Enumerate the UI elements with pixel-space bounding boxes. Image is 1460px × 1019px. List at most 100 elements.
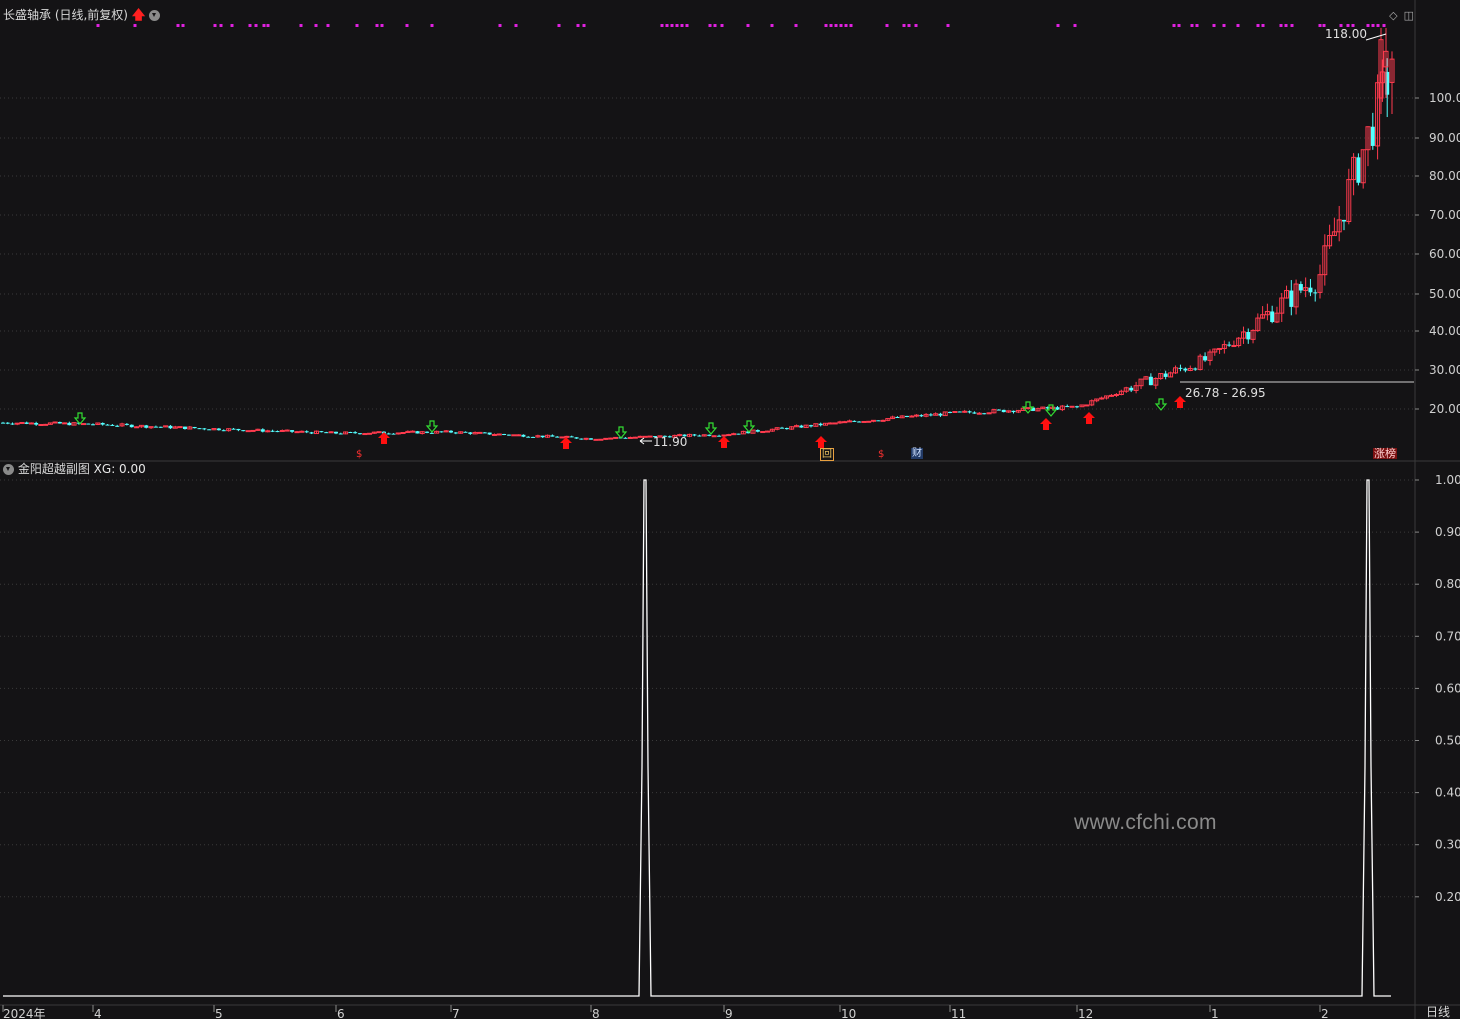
candle-body bbox=[827, 422, 833, 425]
candle-body bbox=[1370, 126, 1375, 146]
x-axis-label: 2024年 bbox=[3, 1007, 46, 1019]
finance-badge[interactable]: 财 bbox=[911, 448, 923, 459]
candle-body bbox=[982, 413, 987, 415]
candle-body bbox=[260, 429, 265, 432]
candle-body bbox=[100, 422, 105, 425]
candle-body bbox=[832, 422, 838, 425]
candle-body bbox=[972, 412, 977, 414]
chart-canvas[interactable]: 100.00 90.00 80.00 70.00 60.00 50.00 40.00 30.0… bbox=[0, 0, 1460, 1019]
candle-body bbox=[348, 431, 353, 433]
signal-dot bbox=[1318, 24, 1322, 27]
price-axis-label: 60.00 bbox=[1429, 247, 1460, 261]
x-axis-label: 10 bbox=[841, 1007, 856, 1019]
watermark: www.cfchi.com bbox=[1074, 811, 1217, 834]
candle-body bbox=[231, 428, 236, 430]
signal-dot bbox=[314, 24, 318, 27]
candle-body bbox=[395, 432, 401, 435]
candle-body bbox=[129, 424, 134, 428]
price-axis-label: 30.00 bbox=[1429, 363, 1460, 377]
candle-body bbox=[216, 428, 221, 431]
candle-body bbox=[236, 428, 241, 431]
candle-body bbox=[726, 434, 732, 437]
candle-body bbox=[1108, 394, 1114, 397]
candle-body bbox=[168, 425, 173, 429]
candle-body bbox=[250, 429, 256, 432]
candle-body bbox=[144, 425, 149, 428]
candle-body bbox=[1055, 407, 1060, 410]
candle-body bbox=[589, 438, 593, 440]
sub-axis-label: 0.30 bbox=[1435, 838, 1460, 852]
event-box-badge[interactable]: 回 bbox=[820, 448, 834, 461]
dividend-icon[interactable]: $ bbox=[355, 449, 363, 460]
sub-axis-label: 0.20 bbox=[1435, 890, 1460, 904]
signal-dot bbox=[708, 24, 712, 27]
candle-body bbox=[207, 429, 212, 431]
candle-body bbox=[818, 423, 823, 426]
candle-body bbox=[736, 433, 741, 435]
candle-body bbox=[962, 410, 968, 413]
candle-body bbox=[1129, 387, 1134, 391]
price-axis-label: 70.00 bbox=[1429, 208, 1460, 222]
candle-body bbox=[284, 429, 290, 432]
candle-body bbox=[182, 426, 187, 430]
diamond-icon[interactable]: ◇ bbox=[1389, 9, 1397, 22]
candle-body bbox=[28, 422, 34, 425]
buy-arrow-icon bbox=[1040, 418, 1052, 430]
dividend-icon[interactable]: $ bbox=[877, 449, 885, 460]
signal-dot bbox=[665, 24, 669, 27]
signal-dot bbox=[1177, 24, 1181, 27]
limit-up-badge[interactable]: 涨榜 bbox=[1373, 448, 1397, 459]
candle-body bbox=[362, 433, 368, 436]
candle-body bbox=[5, 422, 10, 424]
signal-dot bbox=[576, 24, 580, 27]
candle-body bbox=[62, 422, 68, 425]
candle-body bbox=[14, 422, 20, 425]
buy-arrow-icon bbox=[1083, 412, 1095, 424]
candle-body bbox=[967, 411, 972, 413]
signal-dot bbox=[514, 24, 518, 27]
candle-body bbox=[197, 428, 202, 430]
candle-body bbox=[81, 423, 87, 426]
signal-dot bbox=[230, 24, 234, 27]
signal-dot bbox=[299, 24, 303, 27]
up-arrow-icon[interactable]: 🡅 bbox=[132, 8, 145, 23]
chevron-down-icon[interactable] bbox=[149, 10, 161, 21]
candle-body bbox=[491, 433, 497, 436]
candle-body bbox=[324, 432, 329, 434]
candle-body bbox=[391, 433, 396, 435]
x-axis-label: 11 bbox=[951, 1007, 966, 1019]
candle-body bbox=[526, 436, 531, 438]
candle-body bbox=[948, 411, 952, 413]
candle-body bbox=[1183, 368, 1188, 371]
candle-body bbox=[986, 412, 992, 415]
buy-arrow-icon bbox=[815, 436, 827, 448]
candle-body bbox=[386, 433, 391, 435]
candle-body bbox=[1342, 219, 1346, 222]
candle-body bbox=[38, 424, 44, 427]
candle-body bbox=[559, 436, 565, 439]
candle-body bbox=[177, 426, 183, 429]
price-axis-label: 90.00 bbox=[1429, 131, 1460, 145]
candle-body bbox=[299, 430, 305, 433]
candle-body bbox=[880, 419, 886, 422]
signal-dot bbox=[1073, 24, 1077, 27]
candle-body bbox=[477, 431, 483, 434]
candle-body bbox=[847, 420, 853, 423]
candle-body bbox=[755, 430, 760, 432]
candle-body bbox=[938, 413, 943, 416]
period-label[interactable]: 日线 bbox=[1426, 1005, 1450, 1019]
candle-body bbox=[275, 431, 280, 433]
candle-body bbox=[270, 430, 275, 432]
candle-body bbox=[721, 434, 727, 437]
candle-body bbox=[202, 428, 207, 430]
sub-axis-label: 0.80 bbox=[1435, 577, 1460, 591]
candle-body bbox=[1025, 407, 1031, 410]
x-axis-label: 9 bbox=[725, 1007, 733, 1019]
candle-body bbox=[91, 424, 95, 426]
candle-body bbox=[1065, 406, 1070, 408]
window-toggle-icon[interactable]: ◫ bbox=[1404, 9, 1414, 22]
chevron-down-icon[interactable] bbox=[3, 464, 14, 475]
signal-dot bbox=[219, 24, 223, 27]
candle-body bbox=[593, 438, 599, 441]
signal-dot bbox=[946, 24, 950, 27]
